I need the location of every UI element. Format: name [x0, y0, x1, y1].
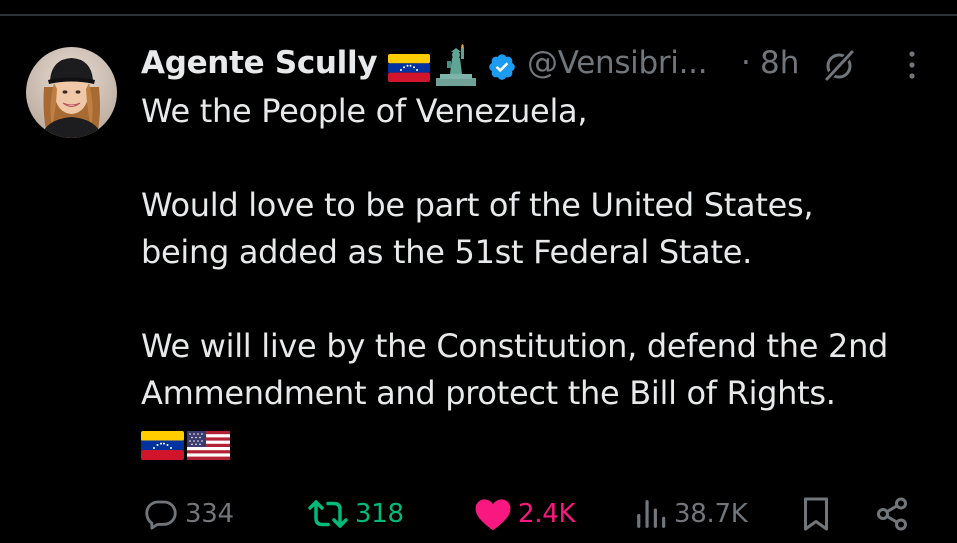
post-text-line: We the People of Venezuela, [141, 92, 588, 130]
heart-icon [475, 499, 511, 531]
reply-button[interactable]: 334 [143, 492, 234, 536]
reply-icon [145, 500, 177, 530]
avatar-image [26, 47, 117, 138]
post-text-line: Ammendment and protect the Bill of Right… [141, 374, 836, 412]
post-text: We the People of Venezuela, Would love t… [141, 88, 931, 417]
views-icon [637, 500, 666, 528]
repost-icon [308, 500, 348, 528]
venezuela-flag-emoji [141, 431, 184, 460]
views-button[interactable]: 38.7K [634, 492, 748, 536]
share-button[interactable] [874, 492, 910, 536]
bookmark-icon [804, 497, 828, 531]
views-count: 38.7K [674, 499, 748, 529]
reply-count: 334 [185, 499, 234, 529]
avatar[interactable] [26, 47, 117, 138]
post-timestamp[interactable]: 8h [760, 45, 799, 81]
grok-icon[interactable] [820, 47, 858, 89]
statue-of-liberty-emoji [436, 44, 476, 90]
author-display-name[interactable]: Agente Scully [141, 45, 378, 81]
like-button[interactable]: 2.4K [474, 492, 576, 536]
repost-button[interactable]: 318 [307, 492, 404, 536]
repost-count: 318 [355, 499, 404, 529]
verified-badge-icon[interactable] [487, 52, 517, 86]
action-bar: 334 318 2.4K 38.7K [0, 492, 957, 536]
post-text-line: We will live by the Constitution, defend… [141, 327, 889, 365]
more-options-icon[interactable] [904, 50, 920, 84]
author-handle[interactable]: @Vensibri... [527, 45, 708, 81]
venezuela-flag-emoji [388, 54, 430, 86]
post-header: Agente Scully @Vensibri... · 8h [141, 42, 941, 88]
top-divider [0, 14, 957, 16]
like-count: 2.4K [518, 499, 576, 529]
us-flag-emoji [187, 431, 230, 460]
post-emoji-line [141, 430, 231, 462]
post-text-line: Would love to be part of the United Stat… [141, 186, 814, 224]
post-text-line: being added as the 51st Federal State. [141, 233, 752, 271]
share-icon [877, 497, 907, 531]
separator-dot: · [741, 45, 751, 81]
bookmark-button[interactable] [801, 492, 831, 536]
